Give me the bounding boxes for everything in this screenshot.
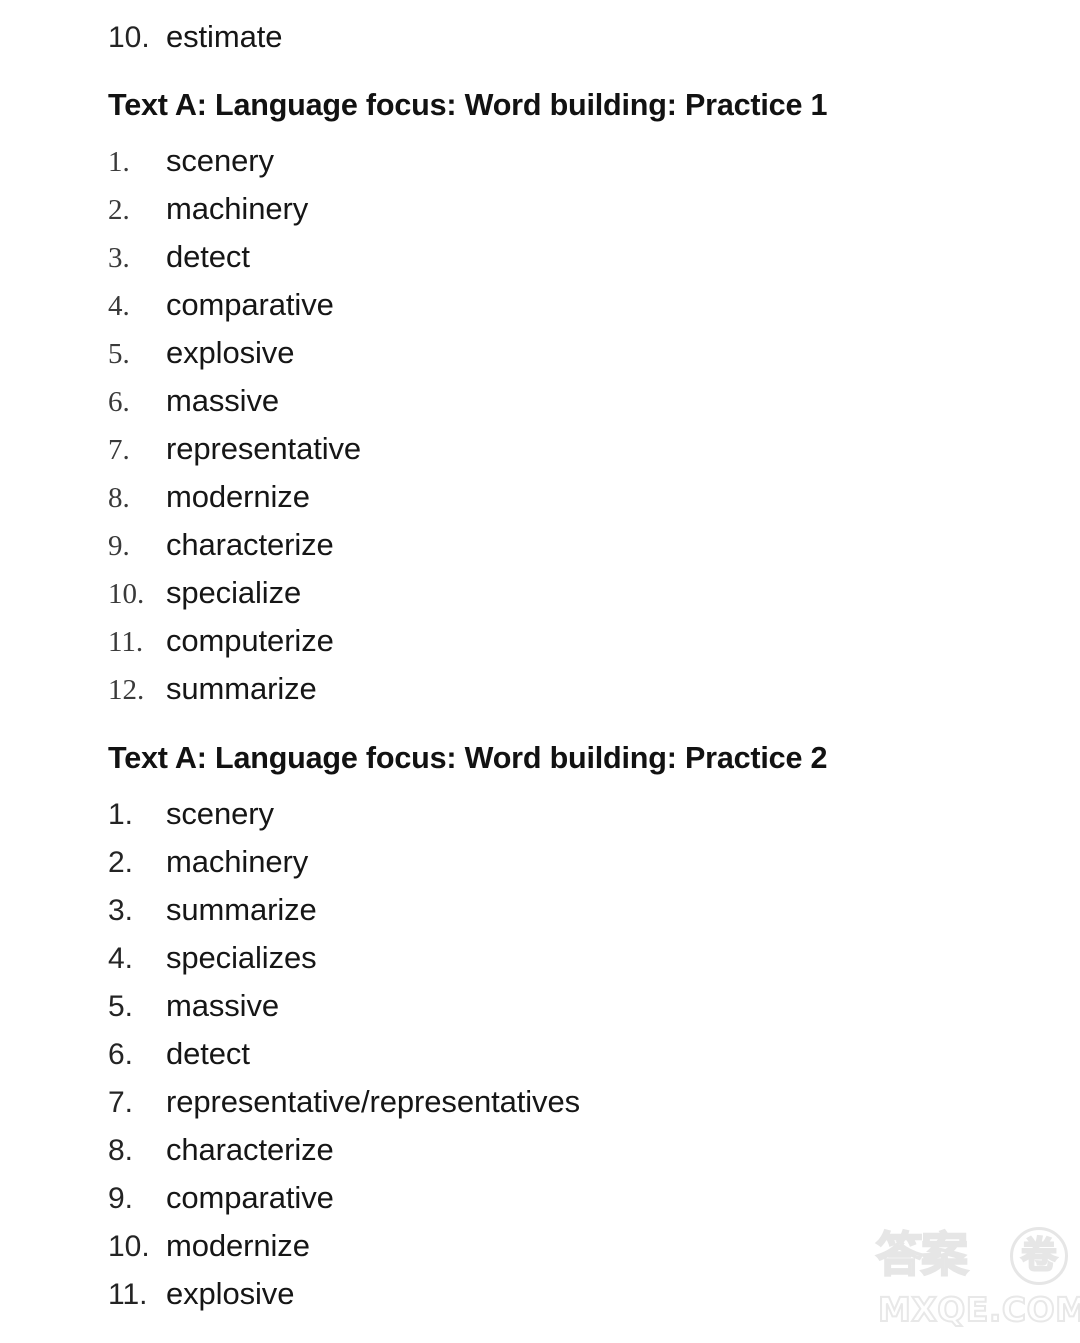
list-item-word: characterize [166,1132,334,1167]
list-item-number: 3. [108,242,130,274]
list-item-word: massive [166,988,279,1023]
list-item-word: comparative [166,1180,334,1215]
table-row: 4. comparative [108,281,1008,329]
table-row: 1. scenery [108,790,1008,838]
list-item-number: 9. [108,1182,134,1215]
section-heading: Text A: Language focus: Word building: P… [108,740,828,775]
answer-key-content: 10. estimate Text A: Language focus: Word… [108,14,1008,1318]
table-row: 8. modernize [108,473,1008,521]
list-item-number: 2. [108,194,130,226]
list-item-number: 5. [108,990,134,1023]
list-item-word: detect [166,1036,250,1071]
list-item-number: 9. [108,530,130,562]
list-item-number: 6. [108,1038,134,1071]
list-item-word: specializes [166,940,317,975]
list-item-word: characterize [166,527,334,562]
table-row: 7. representative [108,425,1008,473]
table-row: 11. explosive [108,1270,1008,1318]
list-item-number: 4. [108,942,134,975]
list-item-word: representative/representatives [166,1084,581,1119]
list-item-word: computerize [166,623,334,658]
table-row: 7. representative/representatives [108,1078,1008,1126]
table-row: 2. machinery [108,838,1008,886]
section-heading: Text A: Language focus: Word building: P… [108,87,828,122]
section-practice-2: Text A: Language focus: Word building: P… [108,713,1008,790]
table-row: 12. summarize [108,665,1008,713]
list-item-word: representative [166,431,362,466]
table-row: 3. summarize [108,886,1008,934]
answer-list-practice-1: 1. scenery 2. machinery 3. detect 4. compara… [108,137,1008,713]
list-item-word: estimate [166,19,283,54]
heading-spacer-bottom [108,778,1008,790]
table-row: 3. detect [108,233,1008,281]
section-practice-1: Text A: Language focus: Word building: P… [108,60,1008,137]
list-item-number: 6. [108,386,130,418]
list-item-number: 10. [108,578,145,610]
list-item-word: scenery [166,796,274,831]
heading-spacer-top [108,713,1008,738]
table-row: 8. characterize [108,1126,1008,1174]
watermark-circle-icon: 卷 [1010,1227,1068,1285]
list-item-word: modernize [166,1228,310,1263]
list-item-number: 4. [108,290,130,322]
list-item-word: machinery [166,191,309,226]
list-item-word: scenery [166,143,274,178]
orphan-list: 10. estimate [108,14,1008,60]
answer-list-practice-2: 1. scenery 2. machinery 3. summarize 4. spec… [108,790,1008,1318]
list-item-word: explosive [166,335,295,370]
list-item-number: 10. [108,1230,150,1263]
list-item-word: machinery [166,844,309,879]
list-item-number: 1. [108,798,134,831]
list-item-number: 2. [108,846,134,879]
table-row: 9. comparative [108,1174,1008,1222]
list-item-number: 7. [108,434,130,466]
list-item-number: 8. [108,482,130,514]
list-item-word: detect [166,239,250,274]
list-item-number: 3. [108,894,134,927]
list-item-number: 11. [108,626,144,658]
list-item-word: summarize [166,892,317,927]
list-item-number: 12. [108,674,145,706]
table-row: 9. characterize [108,521,1008,569]
table-row: 5. massive [108,982,1008,1030]
heading-spacer-top [108,60,1008,85]
table-row: 6. detect [108,1030,1008,1078]
list-item-word: massive [166,383,279,418]
list-item-word: explosive [166,1276,295,1311]
list-item-word: modernize [166,479,310,514]
list-item-number: 10. [108,21,150,54]
table-row: 10. modernize [108,1222,1008,1270]
list-item-number: 8. [108,1134,134,1167]
table-row: 10. specialize [108,569,1008,617]
list-item-word: comparative [166,287,334,322]
table-row: 2. machinery [108,185,1008,233]
table-row: 6. massive [108,377,1008,425]
watermark-circled-char: 卷 [1020,1234,1058,1277]
table-row: 4. specializes [108,934,1008,982]
table-row: 11. computerize [108,617,1008,665]
list-item-number: 1. [108,146,130,178]
list-item-number: 7. [108,1086,134,1119]
list-item-word: summarize [166,671,317,706]
list-item-number: 5. [108,338,130,370]
list-item: 10. estimate [108,14,1008,60]
list-item-word: specialize [166,575,302,610]
list-item-number: 11. [108,1278,148,1311]
table-row: 1. scenery [108,137,1008,185]
document-page: 10. estimate Text A: Language focus: Word… [0,0,1080,1343]
heading-spacer-bottom [108,125,1008,137]
table-row: 5. explosive [108,329,1008,377]
